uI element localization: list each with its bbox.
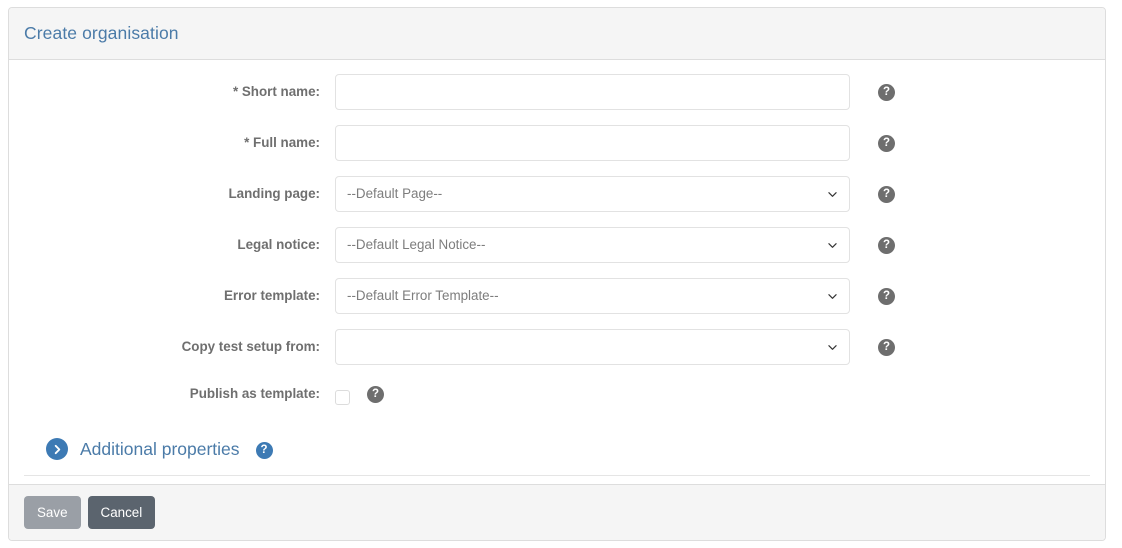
short-name-input[interactable] — [335, 74, 850, 110]
help-cell-error-template: ? — [850, 278, 910, 305]
form-row-error-template: Error template: --Default Error Template… — [24, 278, 1090, 314]
field-wrap-legal-notice: --Default Legal Notice-- — [335, 227, 850, 263]
question-mark-icon[interactable]: ? — [878, 84, 895, 101]
panel-header: Create organisation — [9, 8, 1105, 60]
label-short-name: * Short name: — [232, 84, 320, 99]
label-publish-as-template: Publish as template: — [189, 386, 320, 401]
additional-properties-label[interactable]: Additional properties — [80, 439, 240, 460]
help-cell-legal-notice: ? — [850, 227, 910, 254]
help-cell-full-name: ? — [850, 125, 910, 152]
help-cell-landing-page: ? — [850, 176, 910, 203]
label-full-name: * Full name: — [244, 135, 320, 150]
form-body: * Short name: ? * Full name: ? Landing p… — [9, 60, 1105, 490]
form-row-copy-test-setup-from: Copy test setup from: ? — [24, 329, 1090, 365]
label-copy-test-setup-from: Copy test setup from: — [181, 339, 320, 354]
question-mark-icon[interactable]: ? — [878, 237, 895, 254]
label-legal-notice: Legal notice: — [237, 237, 320, 252]
field-wrap-full-name — [335, 125, 850, 161]
field-wrap-copy-test-setup-from — [335, 329, 850, 365]
additional-properties-toggle[interactable]: Additional properties ? — [24, 438, 1090, 476]
form-row-publish-as-template: Publish as template: ? — [24, 380, 1090, 408]
publish-as-template-checkbox[interactable] — [335, 389, 350, 405]
chevron-right-icon[interactable] — [46, 438, 68, 460]
label-landing-page: Landing page: — [228, 186, 321, 201]
question-mark-icon[interactable]: ? — [878, 135, 895, 152]
copy-test-setup-from-select[interactable] — [335, 329, 850, 365]
page-title: Create organisation — [24, 23, 179, 43]
help-cell-short-name: ? — [850, 74, 910, 101]
form-row-full-name: * Full name: ? — [24, 125, 1090, 161]
field-wrap-publish-as-template: ? — [335, 380, 850, 408]
question-mark-icon[interactable]: ? — [878, 339, 895, 356]
create-organisation-panel: Create organisation * Short name: ? * Fu… — [8, 7, 1106, 541]
question-mark-icon[interactable]: ? — [367, 386, 384, 403]
error-template-select[interactable]: --Default Error Template-- — [335, 278, 850, 314]
form-row-short-name: * Short name: ? — [24, 74, 1090, 110]
form-row-legal-notice: Legal notice: --Default Legal Notice-- ? — [24, 227, 1090, 263]
create-organisation-page: Create organisation * Short name: ? * Fu… — [0, 0, 1122, 548]
field-wrap-short-name — [335, 74, 850, 110]
question-mark-icon[interactable]: ? — [878, 186, 895, 203]
save-button[interactable]: Save — [24, 496, 81, 529]
cancel-button[interactable]: Cancel — [87, 496, 156, 529]
additional-properties-section: Additional properties ? — [24, 420, 1090, 476]
legal-notice-select[interactable]: --Default Legal Notice-- — [335, 227, 850, 263]
label-error-template: Error template: — [224, 288, 320, 303]
question-mark-icon[interactable]: ? — [255, 441, 273, 459]
help-cell-copy-test-setup-from: ? — [850, 329, 910, 356]
field-wrap-landing-page: --Default Page-- — [335, 176, 850, 212]
landing-page-select[interactable]: --Default Page-- — [335, 176, 850, 212]
form-row-landing-page: Landing page: --Default Page-- ? — [24, 176, 1090, 212]
question-mark-icon[interactable]: ? — [878, 288, 895, 305]
full-name-input[interactable] — [335, 125, 850, 161]
panel-footer: Save Cancel — [9, 484, 1105, 540]
field-wrap-error-template: --Default Error Template-- — [335, 278, 850, 314]
